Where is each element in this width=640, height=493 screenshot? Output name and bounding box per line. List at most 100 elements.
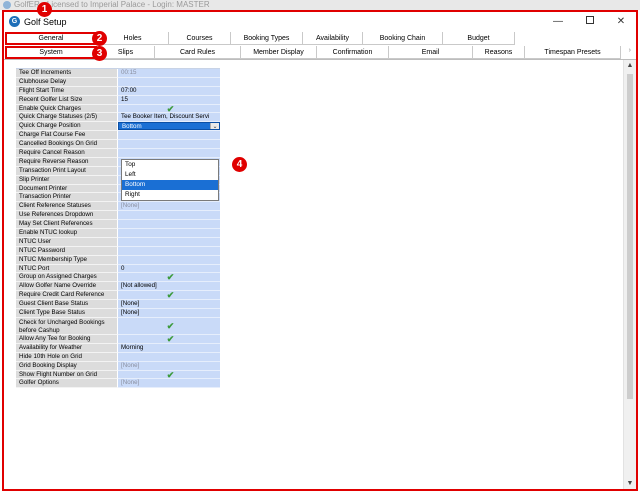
chevron-down-icon[interactable]: ⌄ [210,123,219,130]
quick-charge-position-combo[interactable]: Bottom ⌄ [118,122,220,130]
setting-row[interactable]: Enable NTUC lookup [16,229,220,238]
setting-row[interactable]: Flight Start Time 07:00 [16,86,220,96]
setting-label: Charge Flat Course Fee [16,131,118,141]
setting-row[interactable]: Quick Charge Statuses (2/5) Tee Booker It… [16,113,220,123]
setting-value[interactable]: [Not allowed] [118,282,220,292]
setting-row[interactable]: Availability for Weather Morning [16,343,220,353]
setting-value[interactable]: Morning [118,343,220,353]
setting-value[interactable]: Tee Booker Item, Discount Servi [118,113,220,123]
tab-availability[interactable]: Availability [303,32,363,45]
setting-value[interactable]: [None] [118,379,220,389]
setting-row[interactable]: Allow Any Tee for Booking ✔ [16,334,220,344]
setting-value[interactable]: 15 [118,95,220,105]
setting-row[interactable]: Allow Golfer Name Override [Not allowed] [16,282,220,292]
subtab-email[interactable]: Email [389,46,473,59]
setting-row[interactable]: Require Credit Card Reference ✔ [16,291,220,301]
setting-row[interactable]: Quick Charge Position Bottom ⌄ [16,122,220,132]
maximize-icon [586,16,594,25]
dropdown-option-bottom[interactable]: Bottom [122,180,218,190]
setting-value[interactable] [118,246,220,256]
setting-value[interactable] [118,77,220,87]
setting-row[interactable]: NTUC Membership Type [16,255,220,265]
maximize-button[interactable] [576,14,604,30]
setting-row[interactable]: Enable Quick Charges ✔ [16,104,220,114]
setting-value[interactable]: ✔ [118,334,220,344]
checkmark-icon[interactable]: ✔ [121,318,220,334]
setting-value[interactable] [118,352,220,362]
setting-value[interactable]: [None] [118,309,220,318]
setting-row[interactable]: Cancelled Bookings On Grid [16,140,220,150]
subtab-confirmation[interactable]: Confirmation [317,46,389,59]
subtab-timespan-presets[interactable]: Timespan Presets [525,46,621,59]
close-button[interactable]: ✕ [607,14,635,30]
setting-row[interactable]: Tee Off Increments 00:15 [16,69,220,78]
golf-setup-window: G Golf Setup — ✕ General Holes Courses Book… [2,10,638,491]
setting-value[interactable]: [None] [118,361,220,371]
setting-value[interactable] [118,211,220,221]
setting-value[interactable]: [None] [118,300,220,310]
setting-row[interactable]: NTUC Port 0 [16,264,220,274]
setting-value[interactable]: Bottom ⌄ [118,122,220,132]
setting-value[interactable] [118,131,220,141]
setting-row[interactable]: Require Cancel Reason [16,149,220,158]
setting-row[interactable]: Client Type Base Status [None] [16,309,220,318]
setting-value[interactable] [118,255,220,265]
scroll-thumb[interactable] [627,74,633,399]
chevron-right-icon[interactable]: › [629,47,634,54]
tab-booking-chain[interactable]: Booking Chain [363,32,443,45]
setting-value[interactable] [118,149,220,158]
setting-row[interactable]: Client Reference Statuses [None] [16,202,220,212]
setting-value[interactable] [118,229,220,238]
setting-value[interactable] [118,220,220,230]
setting-row[interactable]: NTUC User [16,237,220,247]
setting-value[interactable]: ✔ [118,273,220,283]
setting-row[interactable]: Charge Flat Course Fee [16,131,220,141]
subtab-system[interactable]: System [5,46,97,59]
minimize-button[interactable]: — [544,14,572,30]
quick-charge-position-dropdown[interactable]: Top Left Bottom Right [121,159,219,201]
background-window-titlebar: GolfER - Licensed to Imperial Palace - L… [0,0,640,10]
checkmark-icon[interactable]: ✔ [121,335,220,343]
setting-value[interactable] [118,237,220,247]
setting-row[interactable]: Hide 10th Hole on Grid [16,352,220,362]
dropdown-option-left[interactable]: Left [122,170,218,180]
checkmark-icon[interactable]: ✔ [121,105,220,113]
setting-row[interactable]: May Set Client References [16,220,220,230]
setting-value[interactable]: 07:00 [118,86,220,96]
setting-label: Check for Uncharged Bookings before Cash… [16,317,118,335]
setting-value[interactable]: [None] [118,202,220,212]
setting-value[interactable]: ✔ [118,291,220,301]
setting-row[interactable]: Show Flight Number on Grid ✔ [16,370,220,380]
setting-row[interactable]: NTUC Password [16,246,220,256]
setting-value[interactable]: ✔ [118,370,220,380]
subtab-reasons[interactable]: Reasons [473,46,525,59]
setting-row[interactable]: Golfer Options [None] [16,379,220,389]
tab-general[interactable]: General [5,32,97,45]
setting-row[interactable]: Recent Golfer List Size 15 [16,95,220,105]
tab-holes[interactable]: Holes [97,32,169,45]
tab-budget[interactable]: Budget [443,32,515,45]
checkmark-icon[interactable]: ✔ [121,291,220,299]
subtab-card-rules[interactable]: Card Rules [155,46,241,59]
checkmark-icon[interactable]: ✔ [121,273,220,281]
setting-row[interactable]: Check for Uncharged Bookings before Cash… [16,317,220,335]
dropdown-option-right[interactable]: Right [122,190,218,200]
setting-row[interactable]: Use References Dropdown [16,211,220,221]
setting-value[interactable]: 0 [118,264,220,274]
setting-value[interactable]: ✔ [118,104,220,114]
scroll-up-icon[interactable]: ▲ [624,62,636,69]
scroll-down-icon[interactable]: ▼ [624,480,636,487]
setting-row[interactable]: Guest Client Base Status [None] [16,300,220,310]
subtab-member-display[interactable]: Member Display [241,46,317,59]
setting-value[interactable]: 00:15 [118,69,220,78]
vertical-scrollbar[interactable]: ▲ ▼ [623,60,636,489]
tab-courses[interactable]: Courses [169,32,231,45]
tab-booking-types[interactable]: Booking Types [231,32,303,45]
setting-row[interactable]: Grid Booking Display [None] [16,361,220,371]
dropdown-option-top[interactable]: Top [122,160,218,170]
setting-row[interactable]: Clubhouse Delay [16,77,220,87]
setting-value[interactable] [118,140,220,150]
setting-row[interactable]: Group on Assigned Charges ✔ [16,273,220,283]
checkmark-icon[interactable]: ✔ [121,371,220,379]
setting-value[interactable]: ✔ [118,317,220,335]
